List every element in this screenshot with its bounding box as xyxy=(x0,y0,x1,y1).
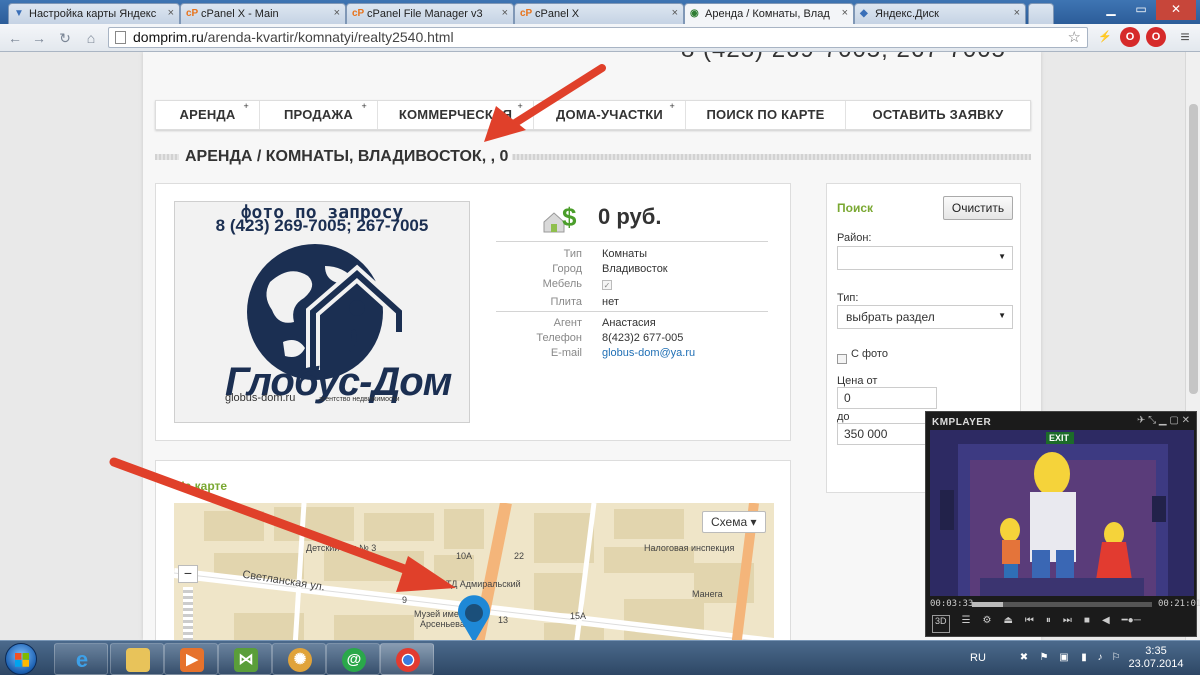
cartoon-video-frame: EXIT xyxy=(930,430,1194,596)
system-tray: RU ✖ ⚑ ▣ ▮ ♪ ⚐ 3:35 23.07.2014 xyxy=(960,641,1200,675)
sun-app-icon: ✺ xyxy=(288,648,312,672)
clock-time: 3:35 xyxy=(1145,645,1167,657)
clock[interactable]: 3:35 23.07.2014 xyxy=(1126,645,1186,671)
windows-logo-icon xyxy=(15,653,29,667)
start-button[interactable] xyxy=(5,643,37,675)
3d-button[interactable]: 3D xyxy=(932,615,950,633)
kmplayer-window-buttons[interactable]: ✈ ⤡ ▁ ▢ ✕ xyxy=(1137,415,1190,426)
pause-icon[interactable]: ⏸ xyxy=(1046,615,1051,633)
volume-slider[interactable]: ━●─ xyxy=(1122,615,1141,633)
seek-bar[interactable] xyxy=(972,602,1152,607)
eject-icon[interactable]: ⏏ xyxy=(1003,615,1012,633)
internet-explorer-icon: e xyxy=(75,647,89,672)
safe-remove-icon[interactable]: ▣ xyxy=(1058,652,1070,664)
time-total: 00:21:01 xyxy=(1158,599,1200,609)
volume-tray-icon[interactable]: ♪ xyxy=(1094,652,1106,664)
mail-agent-icon: @ xyxy=(342,648,366,672)
playlist-icon[interactable]: ☰ xyxy=(962,615,971,633)
chrome-icon xyxy=(396,648,420,672)
taskbar-chrome[interactable] xyxy=(380,643,434,675)
flag-tray-icon[interactable]: ⚑ xyxy=(1038,652,1050,664)
player-controls: 3D ☰ ⚙ ⏏ ⏮ ⏸ ⏭ ■ ◀ ━●─ xyxy=(932,615,1194,633)
clock-date: 23.07.2014 xyxy=(1128,658,1184,670)
stop-icon[interactable]: ■ xyxy=(1084,615,1090,633)
action-center-icon[interactable]: ⚐ xyxy=(1110,652,1122,664)
taskbar-explorer[interactable] xyxy=(110,643,164,675)
seek-bar-fill xyxy=(972,602,1003,607)
kmplayer-window[interactable]: KMPLAYER ✈ ⤡ ▁ ▢ ✕ EXIT 00:03:33 00:21:0… xyxy=(925,411,1200,637)
media-player-icon: ▶ xyxy=(180,648,204,672)
taskbar-sun-app[interactable]: ✺ xyxy=(272,643,326,675)
taskbar-media[interactable]: ▶ xyxy=(164,643,218,675)
exit-sign-text: EXIT xyxy=(1049,433,1070,443)
prev-icon[interactable]: ⏮ xyxy=(1025,615,1034,633)
bowtie-app-icon: ⋈ xyxy=(234,648,258,672)
taskbar-mail-agent[interactable]: @ xyxy=(326,643,380,675)
volume-icon[interactable]: ◀ xyxy=(1102,615,1110,633)
windows-taskbar: e ▶ ⋈ ✺ @ RU ✖ ⚑ ▣ ▮ ♪ ⚐ 3:35 23.07.2014 xyxy=(0,640,1200,675)
kmplayer-title: KMPLAYER xyxy=(932,417,992,428)
next-icon[interactable]: ⏭ xyxy=(1063,615,1072,633)
language-indicator[interactable]: RU xyxy=(970,652,986,664)
taskbar-bowtie-app[interactable]: ⋈ xyxy=(218,643,272,675)
time-current: 00:03:33 xyxy=(930,599,974,609)
network-error-icon[interactable]: ✖ xyxy=(1018,652,1030,664)
arrow-to-map-icon xyxy=(109,457,456,592)
settings-icon[interactable]: ⚙ xyxy=(982,615,991,633)
signal-icon[interactable]: ▮ xyxy=(1078,652,1090,664)
video-frame[interactable]: EXIT xyxy=(930,430,1194,596)
arrow-to-title-icon xyxy=(484,64,606,142)
folder-icon xyxy=(126,648,150,672)
taskbar-ie[interactable]: e xyxy=(54,643,108,675)
